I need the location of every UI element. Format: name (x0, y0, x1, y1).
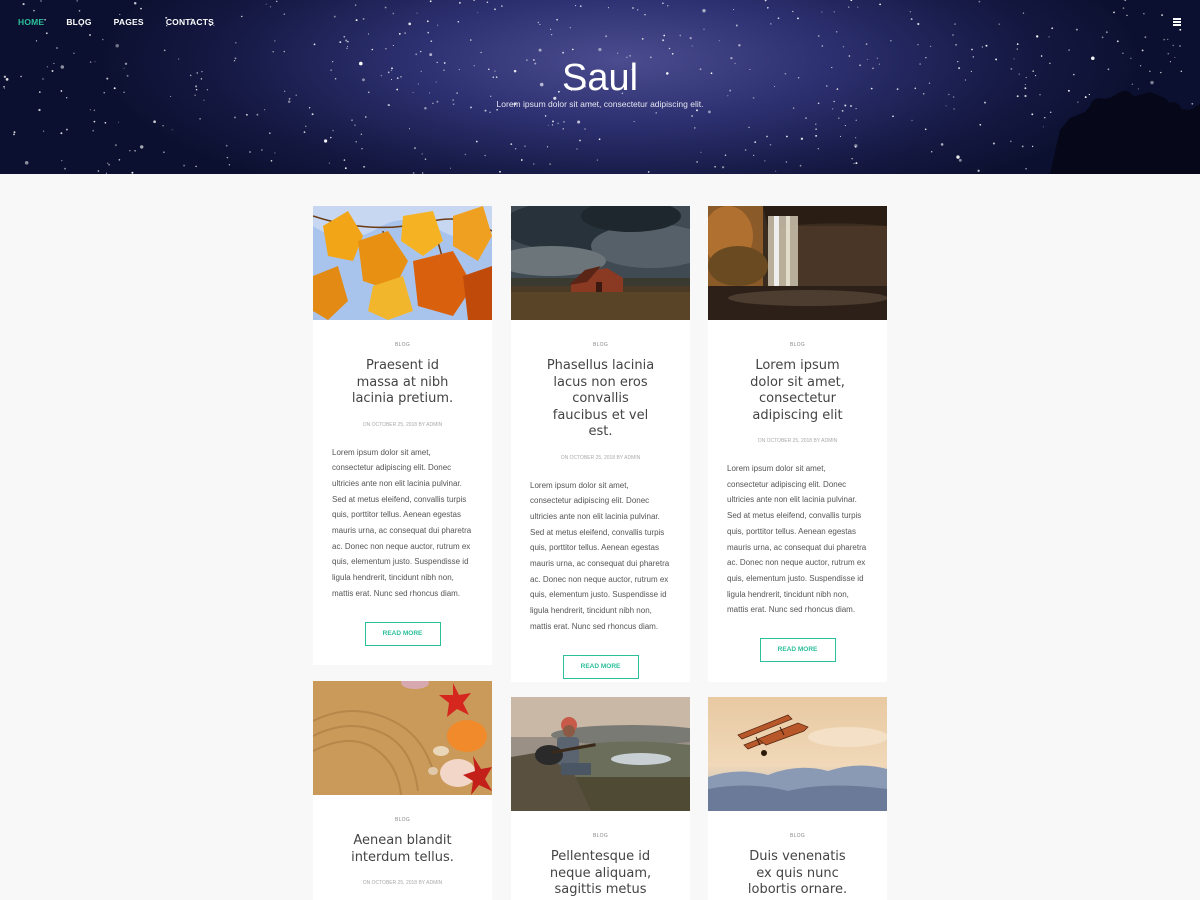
post-category[interactable]: BLOG (511, 342, 690, 348)
post-category[interactable]: BLOG (708, 342, 887, 348)
autumn-leaves-image[interactable] (313, 206, 492, 320)
seashells-sand-image[interactable] (313, 681, 492, 795)
post-meta: ON OCTOBER 25, 2018 BY ADMIN (757, 438, 838, 444)
site-title[interactable]: Saul (0, 57, 1200, 100)
read-more-button[interactable]: READ MORE (759, 638, 836, 663)
post-meta: ON OCTOBER 25, 2018 BY ADMIN (560, 454, 641, 461)
main-nav: HOME BLOG PAGES CONTACTS (18, 17, 236, 27)
site-description: Lorem ipsum dolor sit amet, consectetur … (496, 99, 704, 109)
nav-item-pages[interactable]: PAGES (114, 17, 144, 27)
hero-header: HOME BLOG PAGES CONTACTS Saul Lorem ipsu… (0, 0, 1200, 174)
post-excerpt: Lorem ipsum dolor sit amet, consectetur … (727, 464, 867, 615)
post-card: BLOG Phasellus lacinia lacus non eros co… (511, 206, 690, 682)
read-more-button[interactable]: READ MORE (562, 654, 639, 679)
post-category[interactable]: BLOG (708, 833, 887, 839)
post-card: BLOG Praesent id massa at nibh lacinia p… (313, 206, 492, 665)
post-meta: ON OCTOBER 25, 2018 BY ADMIN (362, 421, 443, 428)
post-excerpt: Lorem ipsum dolor sit amet, consectetur … (332, 447, 472, 598)
post-card: BLOG Duis venenatis ex quis nunc loborti… (708, 697, 887, 900)
post-category[interactable]: BLOG (313, 342, 492, 348)
post-card: BLOG Lorem ipsum dolor sit amet, consect… (708, 206, 887, 682)
hamburger-menu-icon[interactable] (1173, 18, 1181, 26)
read-more-button[interactable]: READ MORE (364, 621, 441, 646)
guitarist-mountain-image[interactable] (511, 697, 690, 811)
post-card: BLOG Pellentesque id neque aliquam, sagi… (511, 697, 690, 900)
post-title[interactable]: Duis venenatis ex quis nunc lobortis orn… (743, 849, 853, 899)
post-category[interactable]: BLOG (313, 817, 492, 823)
post-title[interactable]: Lorem ipsum dolor sit amet, consectetur … (743, 358, 853, 424)
biplane-sky-image[interactable] (708, 697, 887, 811)
post-title[interactable]: Praesent id massa at nibh lacinia pretiu… (348, 358, 458, 408)
post-excerpt: Lorem ipsum dolor sit amet, consectetur … (530, 480, 670, 631)
post-title[interactable]: Pellentesque id neque aliquam, sagittis … (546, 849, 656, 899)
post-category[interactable]: BLOG (511, 833, 690, 839)
post-title[interactable]: Phasellus lacinia lacus non eros convall… (546, 358, 656, 441)
nav-item-blog[interactable]: BLOG (66, 17, 91, 27)
waterfall-image[interactable] (708, 206, 887, 320)
nav-item-contacts[interactable]: CONTACTS (166, 17, 214, 27)
post-card: BLOG Aenean blandit interdum tellus. ON … (313, 681, 492, 900)
nav-item-home[interactable]: HOME (18, 17, 44, 27)
post-title[interactable]: Aenean blandit interdum tellus. (348, 833, 458, 866)
barn-storm-image[interactable] (511, 206, 690, 320)
post-meta: ON OCTOBER 25, 2018 BY ADMIN (362, 880, 443, 886)
